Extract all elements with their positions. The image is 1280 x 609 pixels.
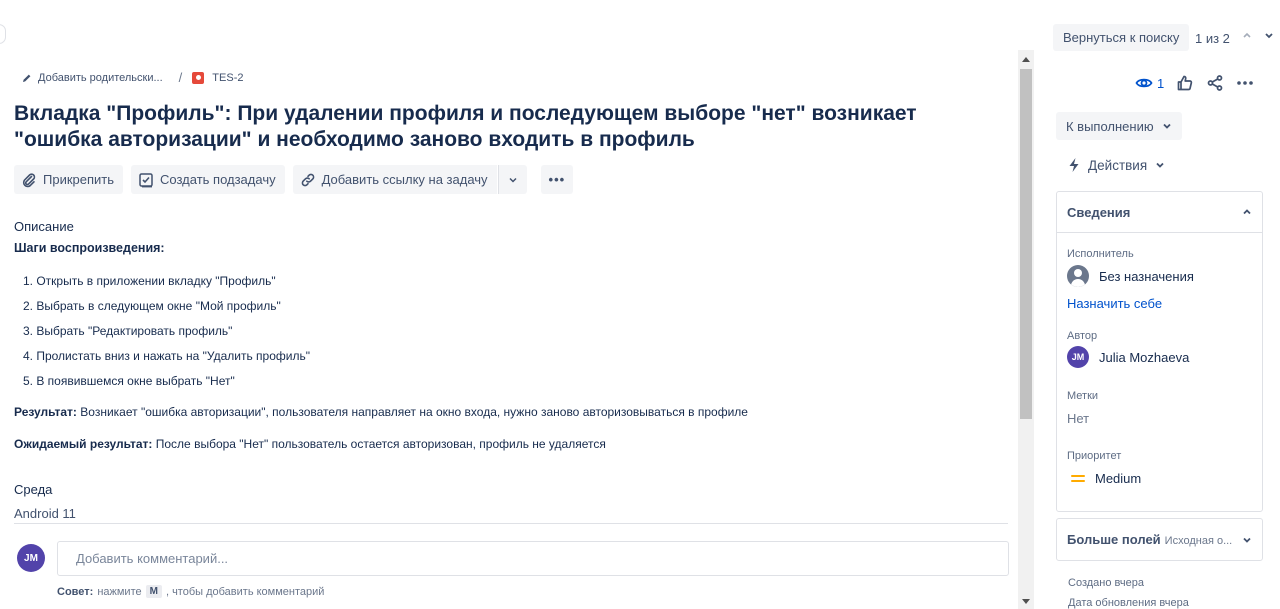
result-label: Результат: <box>14 405 77 419</box>
expected-paragraph: Ожидаемый результат: После выбора "Нет" … <box>14 437 606 451</box>
created-date: Создано вчера <box>1068 577 1144 589</box>
priority-label: Приоритет <box>1067 450 1122 462</box>
assignee-name: Без назначения <box>1099 268 1194 284</box>
assignee-label: Исполнитель <box>1067 248 1134 260</box>
eye-icon <box>1135 78 1153 88</box>
subtask-icon <box>139 172 153 187</box>
issue-key-link[interactable]: TES-2 <box>192 71 244 84</box>
list-item: 5. В появившемся окне выбрать "Нет" <box>23 374 235 388</box>
steps-list: 1. Открыть в приложении вкладку "Профиль… <box>23 272 310 397</box>
actions-label: Действия <box>1088 157 1148 173</box>
tip-pre: нажмите <box>97 585 142 598</box>
more-fields-panel[interactable]: Больше полей Исходная о... <box>1056 518 1263 561</box>
avatar: JM <box>17 544 45 572</box>
expected-text: После выбора "Нет" пользователь остается… <box>152 437 606 451</box>
more-fields-title: Больше полей <box>1067 532 1161 547</box>
list-item: 4. Пролистать вниз и нажать на "Удалить … <box>23 349 310 363</box>
details-title: Сведения <box>1067 204 1131 220</box>
assignee-value[interactable]: Без назначения <box>1067 265 1194 287</box>
more-actions-button[interactable]: ••• <box>540 165 574 194</box>
link-icon <box>301 173 314 186</box>
link-issue-dropdown[interactable] <box>497 165 527 194</box>
chevron-down-icon[interactable] <box>1263 29 1275 41</box>
issue-key: TES-2 <box>212 71 244 84</box>
link-issue-button[interactable]: Добавить ссылку на задачу <box>292 165 497 194</box>
details-header[interactable]: Сведения <box>1057 192 1262 233</box>
list-item: 3. Выбрать "Редактировать профиль" <box>23 324 233 338</box>
watchers-count: 1 <box>1157 75 1165 91</box>
link-issue-group: Добавить ссылку на задачу <box>292 165 527 194</box>
issue-title[interactable]: Вкладка "Профиль": При удалении профиля … <box>14 101 994 153</box>
share-icon[interactable] <box>1206 74 1224 92</box>
scrollbar[interactable] <box>1018 50 1034 609</box>
result-paragraph: Результат: Возникает "ошибка авторизации… <box>14 405 748 419</box>
updated-date: Дата обновления вчера <box>1068 597 1189 609</box>
steps-heading: Шаги воспроизведения: <box>14 241 165 255</box>
thumbs-up-icon[interactable] <box>1176 74 1194 92</box>
expected-label: Ожидаемый результат: <box>14 437 153 451</box>
bug-icon <box>192 71 205 84</box>
paperclip-icon <box>22 172 36 187</box>
chevron-down-icon <box>1162 123 1171 129</box>
reporter-label: Автор <box>1067 330 1098 342</box>
divider <box>14 523 1008 524</box>
chevron-down-icon <box>1156 162 1164 168</box>
chevron-up-icon[interactable] <box>1241 29 1253 41</box>
breadcrumb-separator: / <box>178 70 183 85</box>
lightning-icon <box>1069 158 1079 172</box>
issue-side-icons: 1 <box>1135 74 1254 92</box>
link-issue-label: Добавить ссылку на задачу <box>321 172 488 187</box>
pencil-icon <box>23 74 31 82</box>
create-subtask-label: Создать подзадачу <box>160 172 276 187</box>
issue-position: 1 из 2 <box>1195 31 1230 46</box>
issue-toolbar: Прикрепить Создать подзадачу Добавить сс… <box>14 165 574 194</box>
more-icon[interactable] <box>1236 74 1254 92</box>
scroll-up-icon[interactable] <box>1022 57 1030 62</box>
priority-value[interactable]: Medium <box>1067 471 1141 486</box>
result-text: Возникает "ошибка авторизации", пользова… <box>76 405 748 419</box>
details-panel: Сведения Исполнитель Без назначения Назн… <box>1056 191 1263 512</box>
watch-button[interactable]: 1 <box>1135 74 1164 92</box>
priority-medium-icon <box>1071 475 1085 482</box>
keyboard-shortcut: M <box>145 585 162 598</box>
more-fields-title-wrap: Больше полей Исходная о... <box>1067 532 1232 547</box>
more-fields-header[interactable]: Больше полей Исходная о... <box>1057 519 1262 560</box>
scrollbar-thumb[interactable] <box>1020 69 1032 419</box>
tip-post: , чтобы добавить комментарий <box>165 585 325 598</box>
avatar: JM <box>1067 346 1089 368</box>
status-dropdown[interactable]: К выполнению <box>1056 112 1182 140</box>
add-parent-link[interactable]: Добавить родительски... <box>22 72 163 84</box>
unassigned-avatar-icon <box>1067 265 1089 287</box>
tip-label: Совет: <box>57 585 94 598</box>
back-to-search-button[interactable]: Вернуться к поиску <box>1053 24 1190 51</box>
status-label: К выполнению <box>1066 118 1154 134</box>
reporter-value[interactable]: JM Julia Mozhaeva <box>1067 346 1189 368</box>
create-subtask-button[interactable]: Создать подзадачу <box>131 165 285 194</box>
assign-to-me-link[interactable]: Назначить себе <box>1067 296 1162 311</box>
description-label: Описание <box>14 219 74 234</box>
issue-main: Добавить родительски... / TES-2 Вкладка … <box>0 0 1018 609</box>
breadcrumb: Добавить родительски... / TES-2 <box>22 70 243 85</box>
priority-name: Medium <box>1095 471 1142 486</box>
environment-label: Среда <box>14 482 53 497</box>
comment-tip: Совет: нажмите M , чтобы добавить коммен… <box>57 585 324 598</box>
add-parent-label: Добавить родительски... <box>38 71 163 84</box>
list-item: 2. Выбрать в следующем окне "Мой профиль… <box>23 299 281 313</box>
more-fields-hint: Исходная о... <box>1164 535 1233 547</box>
labels-value[interactable]: Нет <box>1067 411 1089 426</box>
chevron-up-icon <box>1243 209 1251 215</box>
list-item: 1. Открыть в приложении вкладку "Профиль… <box>23 274 276 288</box>
comment-input[interactable]: Добавить комментарий... <box>57 541 1009 576</box>
scroll-down-icon[interactable] <box>1022 599 1030 604</box>
actions-dropdown[interactable]: Действия <box>1068 157 1165 173</box>
reporter-name: Julia Mozhaeva <box>1099 349 1190 365</box>
attach-label: Прикрепить <box>43 172 115 187</box>
chevron-down-icon <box>1243 537 1251 543</box>
environment-value[interactable]: Android 11 <box>14 506 76 521</box>
chevron-down-icon <box>509 177 517 183</box>
issue-sidebar: Вернуться к поиску 1 из 2 1 К выполнению… <box>1044 0 1280 609</box>
labels-label: Метки <box>1067 390 1099 402</box>
attach-button[interactable]: Прикрепить <box>14 165 124 194</box>
